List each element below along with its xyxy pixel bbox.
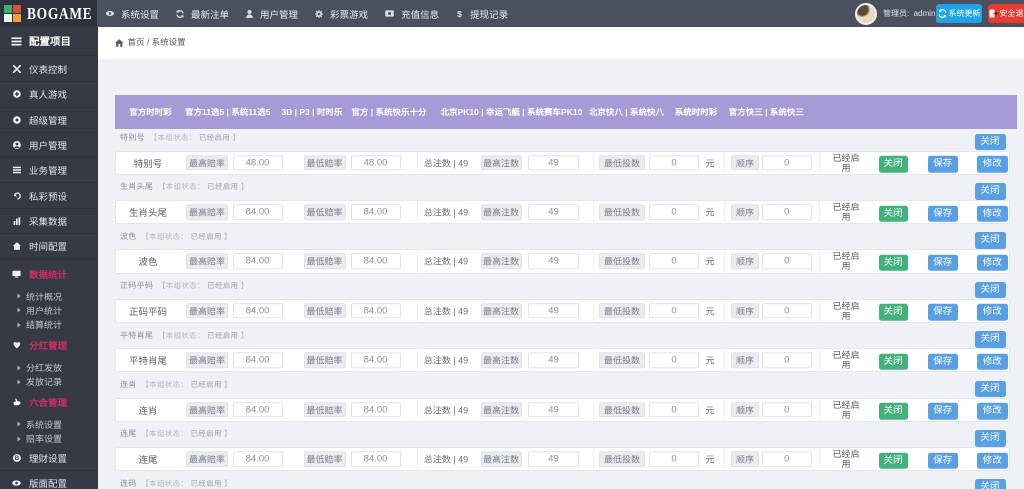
svg-text:$: $ (457, 9, 462, 18)
svg-text:B: B (14, 456, 19, 462)
